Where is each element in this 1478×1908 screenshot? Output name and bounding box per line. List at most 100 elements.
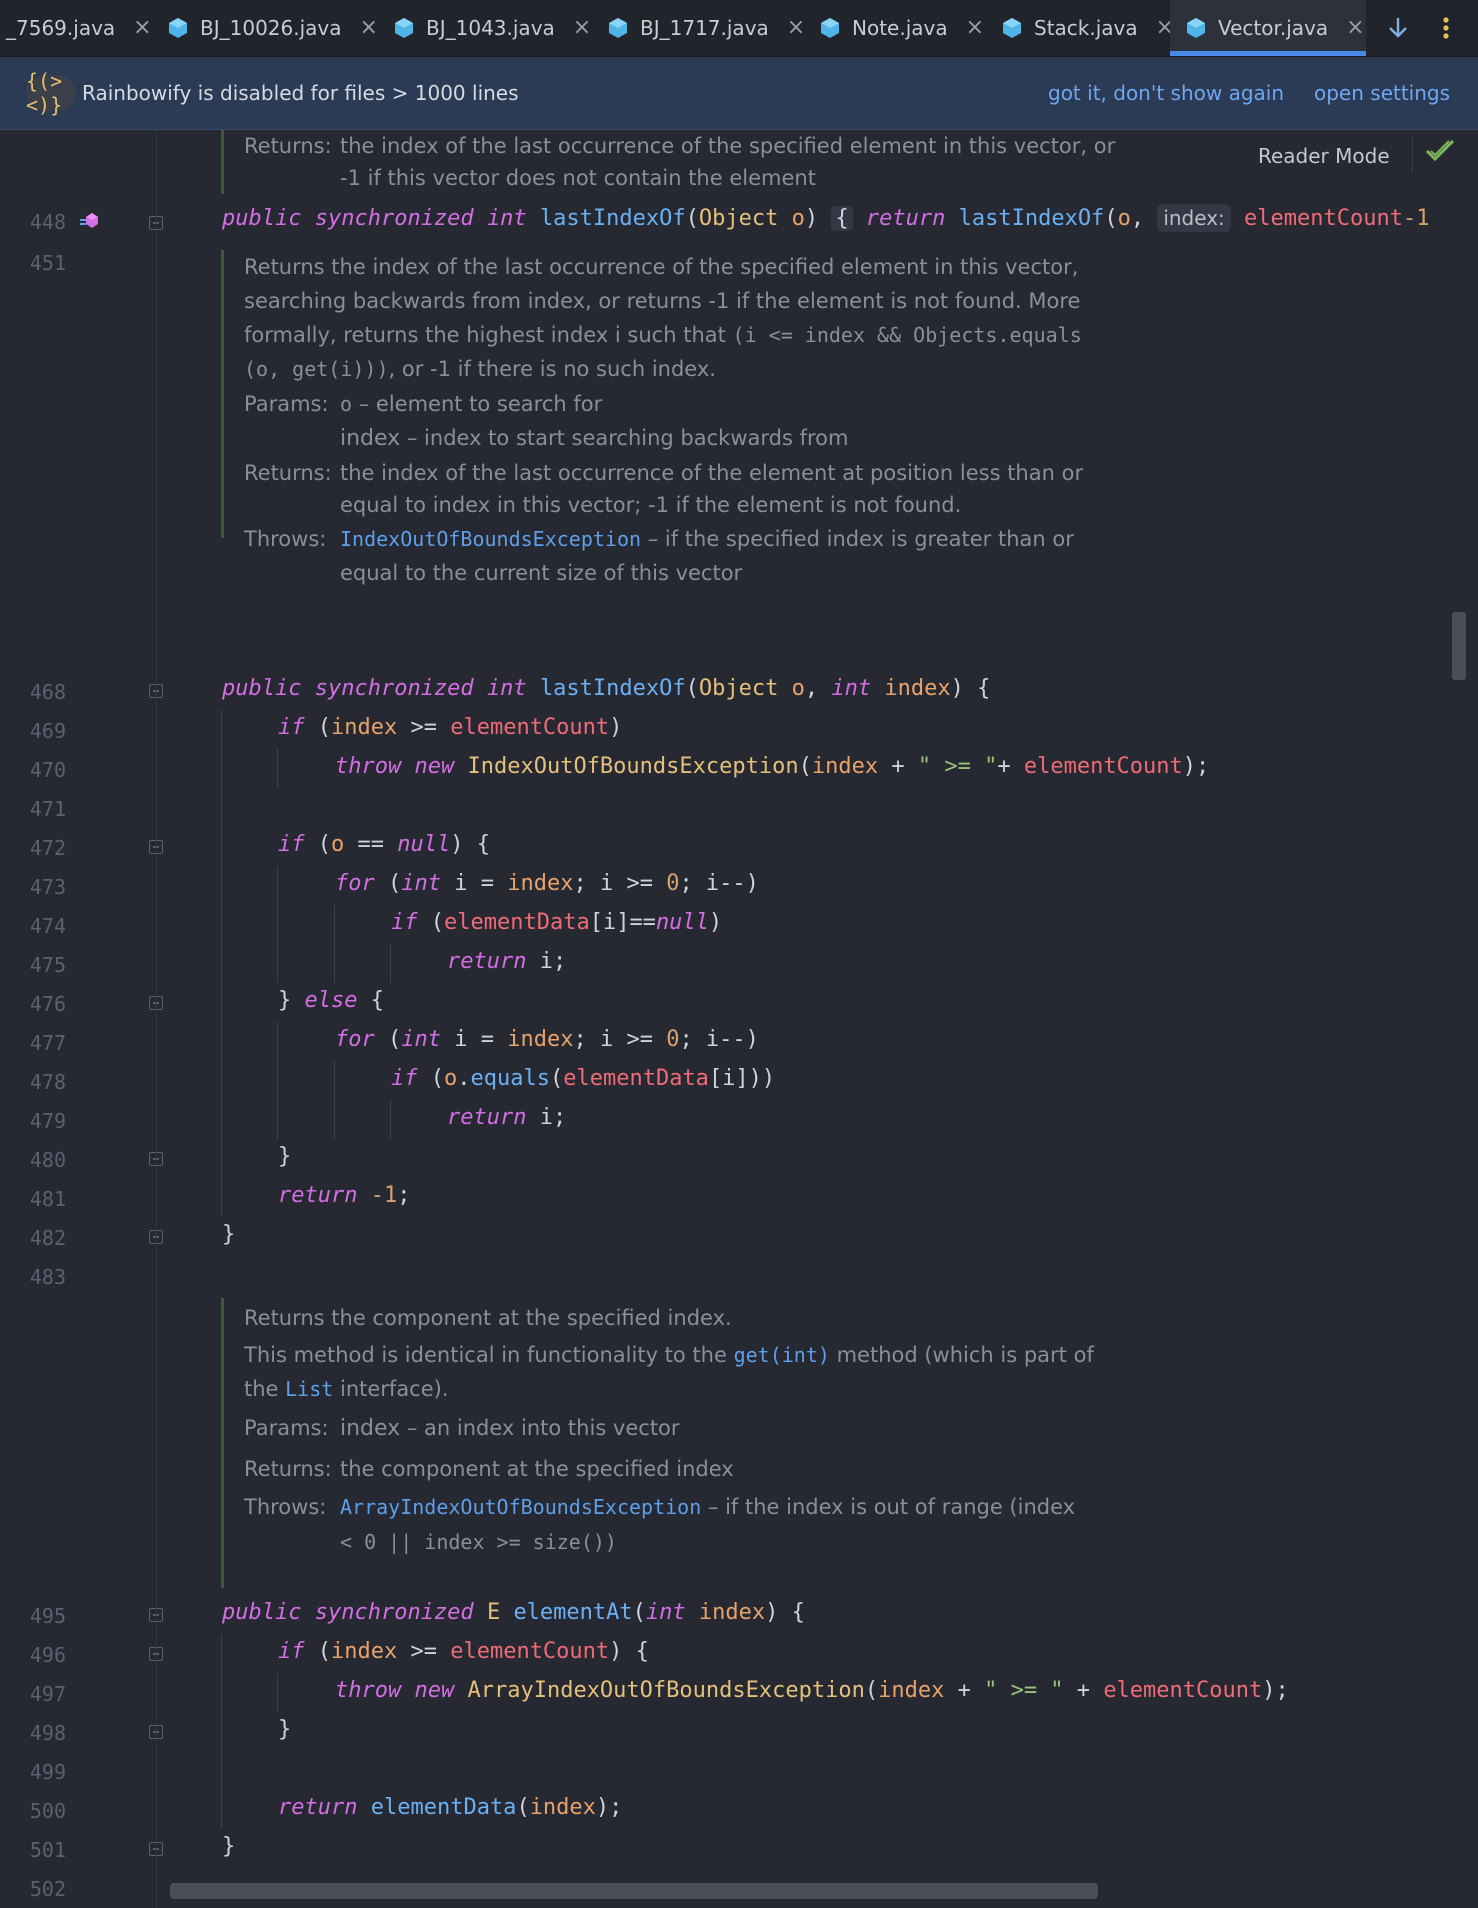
doc-method-link[interactable]: get(int): [734, 1343, 830, 1367]
code-line: throw new ArrayIndexOutOfBoundsException…: [335, 1678, 1289, 1703]
open-settings-link[interactable]: open settings: [1314, 81, 1450, 105]
doc-text: , or -1 if there is no such index.: [388, 357, 716, 381]
close-icon[interactable]: ×: [1346, 17, 1364, 39]
doc-exception-link[interactable]: ArrayIndexOutOfBoundsException: [340, 1495, 701, 1519]
line-number: 497: [29, 1682, 66, 1706]
doc-text: method (which is part of: [829, 1343, 1094, 1367]
close-icon[interactable]: ×: [787, 17, 805, 39]
line-number: 481: [29, 1187, 66, 1211]
plugin-notification-banner: {(><)} Rainbowify is disabled for files …: [0, 57, 1478, 130]
doc-text: – element to search for: [352, 392, 603, 416]
tab-list-down-arrow-icon[interactable]: [1380, 0, 1416, 56]
tab-label: _7569.java: [6, 16, 116, 40]
doc-label: Returns:: [244, 1457, 332, 1481]
doc-text: Returns the index of the last occurrence…: [244, 255, 1079, 279]
tab-note[interactable]: Note.java ×: [818, 0, 984, 56]
line-number: 499: [29, 1760, 66, 1784]
doc-class-link[interactable]: List: [285, 1377, 333, 1401]
doc-param-name: index: [340, 426, 401, 451]
doc-label: Throws:: [244, 1495, 327, 1519]
dismiss-link[interactable]: got it, don't show again: [1048, 81, 1284, 105]
vertical-scrollbar-thumb[interactable]: [1452, 612, 1466, 680]
code-line: if (o.equals(elementData[i])): [391, 1066, 776, 1091]
active-tab-indicator: [1170, 51, 1366, 56]
inspection-ok-check-icon[interactable]: [1424, 136, 1456, 171]
line-number: 478: [29, 1070, 66, 1094]
tab-label: BJ_1043.java: [426, 16, 555, 40]
tab-bj-1717[interactable]: BJ_1717.java ×: [606, 0, 805, 56]
doc-code: (o, get(i))): [244, 357, 389, 381]
tab-stack[interactable]: Stack.java ×: [1000, 0, 1174, 56]
doc-label: Returns:: [244, 461, 332, 485]
doc-code: (i <= index && Objects.equals: [732, 323, 1082, 347]
tab-bj-1043[interactable]: BJ_1043.java ×: [392, 0, 591, 56]
code-line: for (int i = index; i >= 0; i--): [335, 871, 759, 896]
doc-text: -1 if this vector does not contain the e…: [340, 166, 816, 190]
reader-mode-button[interactable]: Reader Mode: [1258, 144, 1390, 168]
code-line: throw new IndexOutOfBoundsException(inde…: [335, 754, 1210, 779]
tab-label: Stack.java: [1034, 16, 1138, 40]
javadoc-block: Returns the index of the last occurrence…: [221, 250, 1083, 585]
tab-label: Vector.java: [1218, 16, 1329, 40]
indent-guide: [390, 1100, 391, 1139]
code-line: }: [222, 1834, 236, 1859]
line-number: 472: [29, 836, 66, 860]
close-icon[interactable]: ×: [966, 17, 984, 39]
code-line: return i;: [447, 949, 567, 974]
doc-text: Returns the component at the specified i…: [244, 1306, 732, 1330]
code-line: }: [222, 1222, 236, 1247]
parameter-hint: index:: [1157, 204, 1231, 232]
doc-text: – if the index is out of range (index: [701, 1495, 1076, 1519]
line-number: 476: [29, 992, 66, 1016]
line-number: 469: [29, 719, 66, 743]
line-number: 448: [29, 210, 66, 234]
close-icon[interactable]: ×: [360, 17, 378, 39]
doc-text: the component at the specified index: [340, 1457, 734, 1481]
code-line: if (index >= elementCount) {: [278, 1639, 649, 1664]
code-line: } else {: [278, 988, 384, 1013]
line-number: 483: [29, 1265, 66, 1289]
line-number: 475: [29, 953, 66, 977]
line-number: 495: [29, 1604, 66, 1628]
javadoc-block: Returns the component at the specified i…: [221, 1298, 1094, 1588]
doc-text: the: [244, 1377, 286, 1401]
tab-bj-10026[interactable]: BJ_10026.java ×: [166, 0, 378, 56]
java-class-icon: [818, 16, 842, 40]
doc-code: < 0 || index >= size()): [340, 1530, 617, 1554]
line-number: 451: [29, 251, 66, 275]
tab-vector[interactable]: Vector.java ×: [1170, 0, 1366, 56]
code-line: for (int i = index; i >= 0; i--): [335, 1027, 759, 1052]
doc-text: equal to the current size of this vector: [340, 561, 743, 585]
implementation-gutter-icon[interactable]: [78, 210, 100, 232]
rainbowify-icon: {(><)}: [26, 69, 76, 117]
doc-label: Throws:: [244, 527, 327, 551]
tab-label: BJ_10026.java: [200, 16, 342, 40]
close-icon[interactable]: ×: [133, 17, 151, 39]
javadoc-block: Returns: the index of the last occurrence…: [221, 130, 1115, 194]
doc-label: Returns:: [244, 134, 332, 158]
doc-exception-link[interactable]: IndexOutOfBoundsException: [340, 527, 641, 551]
more-options-icon[interactable]: [1428, 0, 1464, 56]
line-number: 498: [29, 1721, 66, 1745]
tab-7569[interactable]: _7569.java ×: [6, 0, 152, 56]
code-editor[interactable]: Returns: the index of the last occurrence…: [0, 130, 1460, 1908]
indent-guide: [277, 1673, 278, 1712]
horizontal-scrollbar-thumb[interactable]: [170, 1883, 1098, 1899]
line-number: 479: [29, 1109, 66, 1133]
doc-param-name: index: [340, 1416, 401, 1441]
java-class-icon: [392, 16, 416, 40]
java-class-icon: [166, 16, 190, 40]
java-class-icon: [606, 16, 630, 40]
line-number: 477: [29, 1031, 66, 1055]
indent-guide: [334, 905, 335, 983]
close-icon[interactable]: ×: [573, 17, 591, 39]
line-number: 501: [29, 1838, 66, 1862]
code-line: }: [278, 1144, 292, 1169]
indent-guide: [277, 866, 278, 983]
code-line: if (o == null) {: [278, 832, 490, 857]
doc-text: – index to start searching backwards fro…: [400, 426, 849, 450]
banner-message: Rainbowify is disabled for files > 1000 …: [82, 81, 519, 105]
doc-text: This method is identical in functionalit…: [244, 1343, 734, 1367]
doc-text: equal to index in this vector; -1 if the…: [340, 493, 962, 517]
doc-text: searching backwards from index, or retur…: [244, 289, 1081, 313]
